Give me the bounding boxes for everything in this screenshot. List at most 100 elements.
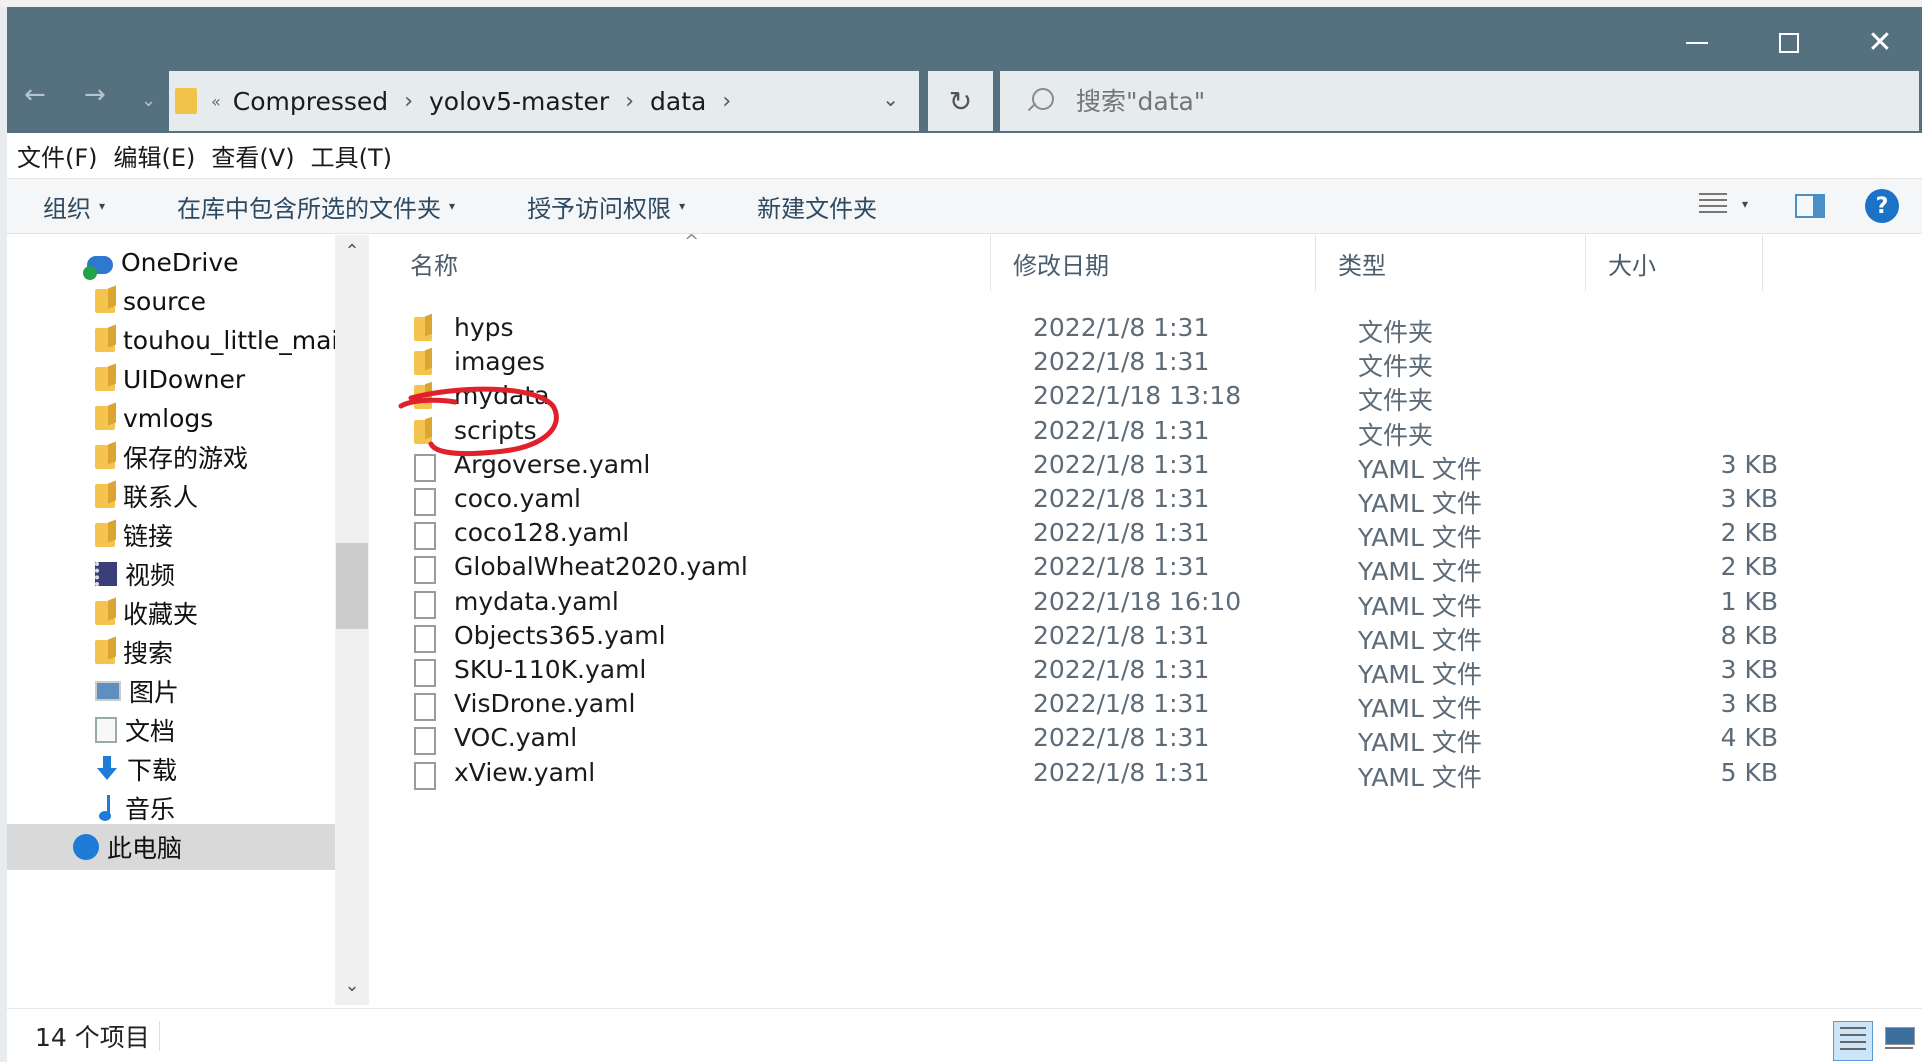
column-header-date-modified[interactable]: 修改日期 [990, 235, 1315, 291]
file-size: 2 KB [1720, 518, 1778, 548]
folder-icon [95, 289, 115, 313]
file-date-modified: 2022/1/8 1:31 [1033, 620, 1210, 650]
contacts-icon [95, 484, 115, 508]
nav-item-this-pc[interactable]: 此电脑 [7, 824, 335, 870]
include-in-library-label: 在库中包含所选的文件夹 [177, 194, 442, 223]
file-icon [414, 659, 436, 687]
preview-pane-icon[interactable] [1795, 194, 1825, 218]
file-icon [414, 590, 436, 619]
details-view-button[interactable] [1833, 1021, 1873, 1061]
nav-item-label: 链接 [123, 522, 174, 551]
search-icon [1026, 86, 1056, 116]
folder-icon [414, 351, 432, 376]
file-date-modified: 2022/1/18 13:18 [1033, 381, 1242, 411]
favorites-icon [95, 601, 115, 625]
include-in-library-button[interactable]: 在库中包含所选的文件夹 ▾ [177, 189, 455, 224]
maximize-button[interactable] [1759, 17, 1819, 69]
file-date-modified: 2022/1/8 1:31 [1033, 347, 1210, 377]
large-icons-view-button[interactable] [1883, 1023, 1917, 1057]
refresh-icon: ↻ [948, 84, 973, 118]
breadcrumb-yolov5-master[interactable]: yolov5-master [429, 87, 609, 116]
video-icon [95, 562, 117, 586]
file-icon [414, 488, 436, 516]
documents-icon [95, 717, 117, 743]
menu-tools[interactable]: 工具(T) [311, 138, 392, 173]
file-icon [414, 727, 436, 756]
column-header-size[interactable]: 大小 [1585, 235, 1763, 291]
column-header-size-label: 大小 [1608, 251, 1656, 280]
file-icon [414, 453, 436, 482]
menu-file[interactable]: 文件(F) [17, 138, 98, 173]
column-header-type[interactable]: 类型 [1315, 235, 1585, 291]
refresh-button[interactable]: ↻ [928, 71, 993, 131]
recent-locations-chevron-icon[interactable]: ⌄ [141, 90, 156, 111]
folder-icon [414, 317, 432, 341]
nav-item-label: 图片 [129, 678, 180, 707]
breadcrumb-compressed[interactable]: Compressed [233, 87, 388, 116]
file-date-modified: 2022/1/8 1:31 [1033, 449, 1210, 479]
nav-item-label: source [123, 286, 207, 316]
file-size: 3 KB [1720, 449, 1778, 479]
nav-item-label: vmlogs [123, 403, 214, 433]
address-dropdown-chevron-icon[interactable]: ⌄ [882, 87, 899, 111]
navigation-pane: OneDrive source touhou_little_maid UIDow… [7, 235, 335, 1005]
dropdown-arrow-icon: ▾ [449, 199, 456, 213]
file-icon [414, 761, 436, 790]
file-name: Objects365.yaml [454, 620, 666, 650]
column-header-name-label: 名称 [410, 251, 458, 280]
nav-item-label: touhou_little_maid [123, 325, 335, 355]
file-list: 名称 ^ 修改日期 类型 大小 hyps 2022/1/8 1:31 文件夹 image… [370, 231, 1922, 1005]
breadcrumb-data[interactable]: data [650, 87, 706, 116]
file-name: coco128.yaml [454, 518, 630, 548]
scrollbar-thumb[interactable] [336, 543, 368, 629]
menu-view[interactable]: 查看(V) [211, 138, 294, 173]
breadcrumb-chevron-icon[interactable]: › [404, 89, 413, 114]
organize-button[interactable]: 组织 ▾ [43, 189, 105, 224]
help-icon[interactable]: ? [1865, 189, 1899, 223]
share-with-button[interactable]: 授予访问权限 ▾ [527, 189, 685, 224]
menu-edit[interactable]: 编辑(E) [114, 138, 196, 173]
forward-arrow-icon[interactable]: → [84, 80, 106, 110]
column-header-name[interactable]: 名称 ^ [370, 231, 990, 291]
nav-item-label: 保存的游戏 [123, 444, 249, 473]
file-name: mydata [454, 381, 550, 411]
nav-item-label: 下载 [127, 756, 178, 785]
saved-games-icon [95, 445, 115, 469]
close-button[interactable]: ✕ [1850, 17, 1910, 69]
overflow-crumb[interactable]: « [211, 92, 221, 111]
nav-item-label: 联系人 [123, 483, 199, 512]
scroll-down-chevron-icon[interactable]: ⌄ [335, 975, 369, 996]
file-name: coco.yaml [454, 484, 582, 513]
minimize-button[interactable] [1667, 17, 1727, 69]
address-bar[interactable]: « Compressed › yolov5-master › data › ⌄ [169, 71, 919, 131]
back-arrow-icon[interactable]: ← [24, 80, 46, 110]
status-divider [159, 1021, 160, 1051]
file-icon [414, 693, 436, 722]
menu-bar: 文件(F) 编辑(E) 查看(V) 工具(T) [7, 133, 1922, 178]
file-size: 3 KB [1720, 484, 1778, 513]
this-pc-icon [73, 834, 99, 860]
folder-icon [414, 419, 432, 444]
file-date-modified: 2022/1/8 1:31 [1033, 552, 1210, 582]
search-input[interactable] [1076, 86, 1776, 116]
file-name: VisDrone.yaml [454, 689, 636, 719]
file-date-modified: 2022/1/8 1:31 [1033, 723, 1210, 753]
breadcrumb-chevron-icon[interactable]: › [722, 89, 731, 114]
file-name: Argoverse.yaml [454, 449, 651, 479]
file-explorer-window: ✕ ← → ⌄ « Compressed › yolov5-master › d… [0, 0, 1922, 1062]
file-size: 5 KB [1720, 757, 1778, 787]
desktop-edge [0, 0, 7, 1062]
file-size: 3 KB [1720, 655, 1778, 684]
scroll-up-chevron-icon[interactable]: ⌃ [335, 241, 369, 262]
file-name: VOC.yaml [454, 723, 578, 753]
change-view-icon[interactable] [1699, 193, 1727, 219]
breadcrumb-chevron-icon[interactable]: › [625, 89, 634, 114]
file-row[interactable]: xView.yaml 2022/1/8 1:31 YAML 文件 5 KB [400, 754, 1778, 796]
view-options-dropdown-icon[interactable]: ▾ [1742, 197, 1748, 211]
new-folder-button[interactable]: 新建文件夹 [757, 189, 877, 224]
file-date-modified: 2022/1/8 1:31 [1033, 757, 1210, 787]
search-box[interactable] [1000, 71, 1919, 131]
navigation-pane-scrollbar[interactable]: ⌃ ⌄ [335, 235, 369, 1005]
links-icon [95, 523, 115, 547]
file-name: mydata.yaml [454, 586, 619, 616]
